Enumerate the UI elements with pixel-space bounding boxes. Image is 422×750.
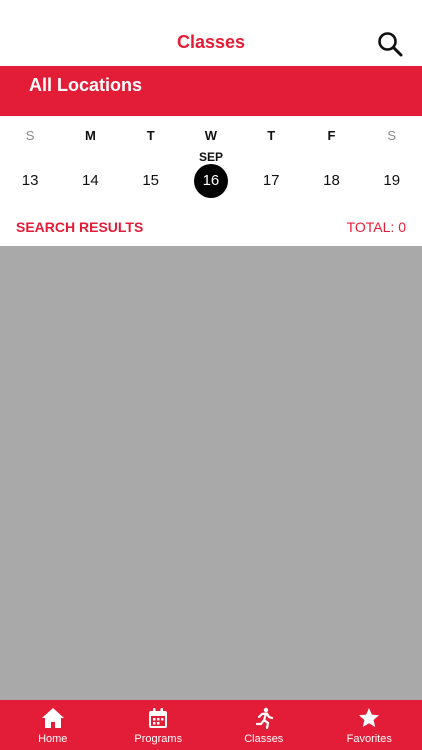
day-13[interactable]: 13 <box>0 164 60 198</box>
tab-favorites[interactable]: Favorites <box>317 700 422 750</box>
weekday-tuesday: T <box>146 128 155 143</box>
selected-day-number: 16 <box>193 164 228 198</box>
location-selector[interactable]: All Locations <box>0 66 422 116</box>
top-nav-bar: Classes <box>0 0 422 66</box>
location-label: All Locations <box>29 75 143 95</box>
results-header: SEARCH RESULTS TOTAL: 0 <box>0 206 422 246</box>
home-icon <box>41 706 65 730</box>
weekday-friday: F <box>327 128 336 143</box>
runner-icon <box>252 706 276 730</box>
weekday-thursday: T <box>267 128 276 143</box>
day-number: 19 <box>383 172 401 189</box>
month-label: SEP <box>198 150 223 164</box>
bottom-tab-bar: Home Programs Classes Favorites <box>0 700 422 750</box>
results-total: TOTAL: 0 <box>346 219 406 235</box>
search-button[interactable] <box>374 28 406 60</box>
day-number: 15 <box>142 172 159 189</box>
search-icon <box>378 32 403 57</box>
search-results-label: SEARCH RESULTS <box>16 219 144 235</box>
week-calendar: S M T W T F S SEP 13 14 15 16 17 18 19 <box>0 116 422 206</box>
results-list <box>0 246 422 700</box>
tab-label: Programs <box>134 733 183 745</box>
day-number: 13 <box>21 172 39 189</box>
tab-programs[interactable]: Programs <box>106 700 212 750</box>
tab-home[interactable]: Home <box>0 700 106 750</box>
tab-label: Classes <box>244 733 284 745</box>
tab-classes[interactable]: Classes <box>211 700 317 750</box>
tab-label: Home <box>38 733 68 745</box>
day-18[interactable]: 18 <box>301 164 361 198</box>
app-root: Classes All Locations S M T W T F S SEP … <box>0 0 422 750</box>
weekday-row: S M T W T F S <box>0 128 422 143</box>
page-title: Classes <box>176 32 246 52</box>
weekday-monday: M <box>84 128 96 143</box>
weekday-wednesday: W <box>204 128 218 143</box>
star-icon <box>357 706 381 730</box>
day-row: 13 14 15 16 17 18 19 <box>0 164 422 198</box>
calendar-icon <box>146 706 170 730</box>
day-17[interactable]: 17 <box>241 164 301 198</box>
day-19[interactable]: 19 <box>362 164 422 198</box>
day-14[interactable]: 14 <box>60 164 120 198</box>
day-number: 18 <box>323 172 340 189</box>
tab-label: Favorites <box>346 733 392 745</box>
day-16-selected[interactable]: 16 <box>181 164 241 198</box>
day-number: 17 <box>262 172 280 189</box>
weekday-sunday: S <box>25 128 35 143</box>
day-15[interactable]: 15 <box>121 164 181 198</box>
day-number: 14 <box>82 172 99 189</box>
weekday-saturday: S <box>387 128 397 143</box>
